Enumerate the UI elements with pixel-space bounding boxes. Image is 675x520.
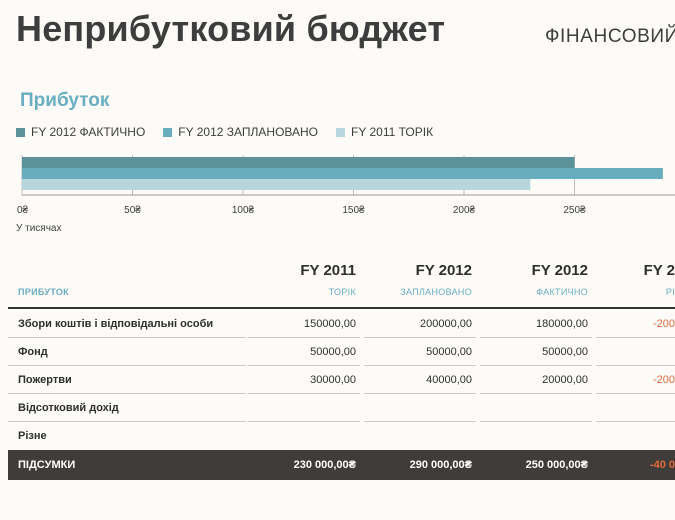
x-tick-label: 0₴ — [17, 205, 29, 216]
cell-value — [480, 394, 592, 422]
cell-value: 40000,00 — [426, 374, 472, 386]
row-label: Різне — [18, 430, 47, 442]
cell-value: 20000,00 — [542, 374, 588, 386]
column-year: FY 2012 — [531, 262, 588, 279]
column-sub: ЗАПЛАНОВАНО — [400, 287, 472, 297]
section-title: Прибуток — [20, 90, 110, 111]
cell-value — [364, 394, 476, 422]
column-sub: ТОРІК — [328, 287, 356, 297]
legend-item-actual: FY 2012 ФАКТИЧНО — [16, 125, 145, 139]
x-tick-label: 250₴ — [563, 205, 586, 216]
column-header-fy2012-planned: FY 2012 ЗАПЛАНОВАНО — [364, 255, 476, 307]
row-label: Відсотковий дохід — [18, 402, 119, 414]
chart-legend: FY 2012 ФАКТИЧНО FY 2012 ЗАПЛАНОВАНО FY … — [16, 125, 433, 139]
column-header-fy2012-actual: FY 2012 ФАКТИЧНО — [480, 255, 592, 307]
table-row: Збори коштів і відповідальні особи 15000… — [8, 310, 675, 338]
legend-swatch-planned — [163, 127, 173, 137]
table-header-row: ПРИБУТОК FY 2011 ТОРІК FY 2012 ЗАПЛАНОВА… — [8, 255, 675, 307]
cell-value: 180000,00 — [536, 318, 588, 330]
totals-label: ПІДСУМКИ — [18, 459, 76, 471]
cell-value-negative — [596, 422, 675, 450]
column-header-fy2011: FY 2011 ТОРІК — [248, 255, 360, 307]
total-value: 290 000,00₴ — [409, 459, 472, 471]
total-value: 250 000,00₴ — [525, 459, 588, 471]
cell-value: 50000,00 — [310, 346, 356, 358]
cell-value — [364, 422, 476, 450]
row-label: Пожертви — [18, 374, 72, 386]
chart-unit-label: У тисячах — [16, 223, 62, 234]
page-subtitle: ФІНАНСОВИЙ — [545, 26, 675, 47]
cell-value — [248, 422, 360, 450]
column-sub: ФАКТИЧНО — [536, 287, 588, 297]
bar-0 — [22, 157, 575, 168]
column-year: FY 2012 — [415, 262, 472, 279]
legend-swatch-actual — [16, 127, 25, 137]
cell-value: 150000,00 — [304, 318, 356, 330]
x-tick-label: 150₴ — [342, 205, 365, 216]
column-header-income: ПРИБУТОК — [8, 255, 246, 307]
total-value-negative: -40 0 — [649, 459, 675, 471]
cell-value-negative — [596, 338, 675, 366]
cell-value: 50000,00 — [542, 346, 588, 358]
row-label: Збори коштів і відповідальні особи — [18, 318, 214, 330]
cell-value: 30000,00 — [310, 374, 356, 386]
table-row: Різне — [8, 422, 675, 450]
column-sub: РІ — [665, 287, 675, 297]
legend-label-planned: FY 2012 ЗАПЛАНОВАНО — [178, 125, 319, 139]
page-title: Неприбутковий бюджет — [16, 8, 446, 49]
x-tick-label: 100₴ — [232, 205, 255, 216]
column-year: FY 2011 — [300, 262, 356, 279]
header-divider — [8, 307, 675, 309]
totals-row: ПІДСУМКИ 230 000,00₴ 290 000,00₴ 250 000… — [8, 450, 675, 480]
table-row: Пожертви 30000,00 40000,00 20000,00 -200 — [8, 366, 675, 394]
column-header-income-text: ПРИБУТОК — [18, 287, 69, 297]
cell-value-negative — [596, 394, 675, 422]
legend-label-prev: FY 2011 ТОРІК — [351, 125, 434, 139]
bar-2 — [22, 179, 531, 190]
legend-item-prev: FY 2011 ТОРІК — [336, 125, 433, 139]
legend-item-planned: FY 2012 ЗАПЛАНОВАНО — [163, 125, 318, 139]
table-row: Фонд 50000,00 50000,00 50000,00 — [8, 338, 675, 366]
cell-value — [480, 422, 592, 450]
table-row: Відсотковий дохід — [8, 394, 675, 422]
column-year: FY 2 — [643, 262, 675, 279]
bar-1 — [22, 168, 663, 179]
legend-label-actual: FY 2012 ФАКТИЧНО — [31, 125, 146, 139]
cell-value-negative: -200 — [652, 374, 675, 386]
cell-value-negative: -200 — [652, 318, 675, 330]
total-value: 230 000,00₴ — [293, 459, 356, 471]
income-bar-chart: 0₴ 50₴ 100₴ 150₴ 200₴ 250₴ — [17, 155, 675, 216]
row-label: Фонд — [18, 346, 48, 358]
cell-value: 50000,00 — [426, 346, 472, 358]
cell-value: 200000,00 — [420, 318, 472, 330]
cell-value — [248, 394, 360, 422]
budget-table: ПРИБУТОК FY 2011 ТОРІК FY 2012 ЗАПЛАНОВА… — [8, 255, 675, 480]
x-tick-label: 50₴ — [124, 205, 141, 216]
legend-swatch-prev — [336, 127, 346, 137]
column-header-diff: FY 2 РІ — [596, 255, 675, 307]
x-tick-label: 200₴ — [453, 205, 476, 216]
